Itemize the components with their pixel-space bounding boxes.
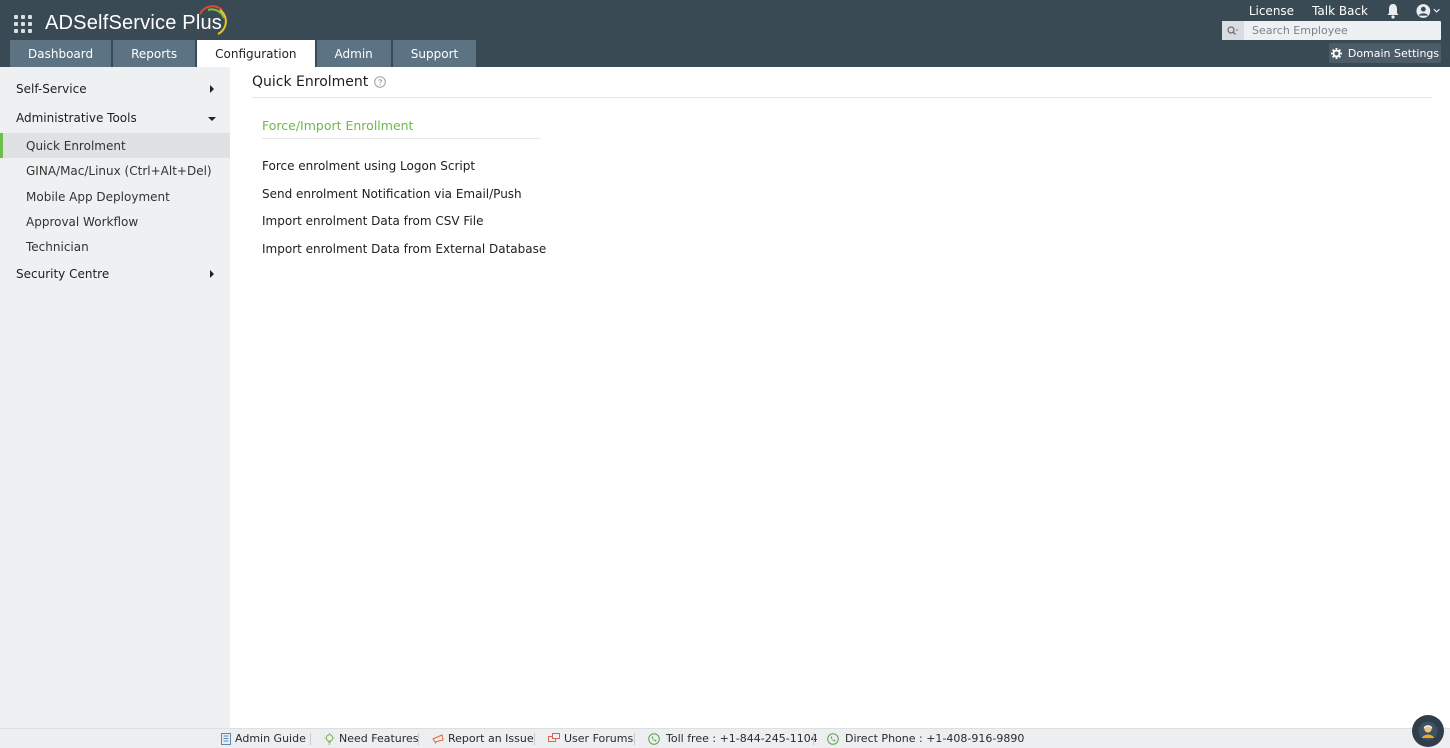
user-forums-label: User Forums — [564, 732, 634, 745]
sidebar-section-self-service[interactable]: Self-Service — [0, 75, 230, 103]
report-issue-label: Report an Issue — [448, 732, 534, 745]
import-enrolment-external-db-link[interactable]: Import enrolment Data from External Data… — [262, 242, 546, 256]
help-icon[interactable] — [374, 76, 387, 88]
phone-icon — [648, 732, 660, 745]
import-enrolment-csv-link[interactable]: Import enrolment Data from CSV File — [262, 214, 483, 228]
top-links: License Talk Back — [1231, 2, 1440, 20]
page-title-text: Quick Enrolment — [252, 74, 369, 90]
footer-divider — [634, 733, 635, 745]
title-divider — [252, 97, 1432, 98]
chevron-down-icon — [1433, 8, 1440, 13]
tab-support[interactable]: Support — [392, 40, 477, 67]
bulb-icon — [324, 732, 335, 744]
main-tabs: Dashboard Reports Configuration Admin Su… — [10, 40, 478, 67]
footer-divider — [813, 733, 814, 745]
footer-bar: Admin Guide Need Features Report an Issu… — [0, 728, 1450, 748]
caret-right-icon — [210, 85, 214, 93]
bell-icon[interactable] — [1386, 3, 1400, 19]
report-issue-link[interactable]: Report an Issue — [432, 732, 534, 745]
tab-admin[interactable]: Admin — [316, 40, 391, 67]
direct-phone: Direct Phone : +1-408-916-9890 — [827, 732, 1024, 745]
search-employee-box — [1222, 21, 1441, 40]
admin-guide-label: Admin Guide — [235, 732, 306, 745]
caret-right-icon — [210, 270, 214, 278]
page-title: Quick Enrolment — [252, 74, 387, 90]
top-header: ADSelfService Plus License Talk Back Sea… — [0, 0, 1450, 67]
caret-down-icon — [208, 117, 216, 121]
sidebar-item-mobile-app-deployment[interactable]: Mobile App Deployment — [0, 184, 230, 209]
sidebar-item-quick-enrolment[interactable]: Quick Enrolment — [0, 133, 230, 158]
talk-back-link[interactable]: Talk Back — [1312, 4, 1368, 18]
domain-settings-button[interactable]: Domain Settings — [1329, 43, 1441, 63]
user-menu[interactable] — [1416, 3, 1440, 19]
app-grid-icon[interactable] — [14, 15, 32, 33]
gear-icon — [1330, 47, 1342, 59]
force-enrolment-logon-script-link[interactable]: Force enrolment using Logon Script — [262, 159, 475, 173]
user-forums-link[interactable]: User Forums — [548, 732, 633, 745]
search-employee-input[interactable] — [1244, 24, 1434, 37]
bug-report-icon — [432, 734, 444, 744]
tab-configuration[interactable]: Configuration — [197, 40, 315, 67]
license-link[interactable]: License — [1249, 4, 1294, 18]
footer-divider — [534, 733, 535, 745]
toll-free-label: Toll free : +1-844-245-1104 — [666, 732, 818, 745]
search-icon — [1222, 21, 1244, 40]
sidebar-section-label: Administrative Tools — [16, 111, 137, 125]
tab-dashboard[interactable]: Dashboard — [10, 40, 112, 67]
sidebar-item-approval-workflow[interactable]: Approval Workflow — [0, 209, 230, 234]
footer-divider — [418, 733, 419, 745]
domain-settings-label: Domain Settings — [1347, 46, 1440, 60]
need-features-link[interactable]: Need Features — [324, 732, 419, 745]
chat-bot-icon — [1418, 721, 1438, 741]
sidebar-section-administrative-tools[interactable]: Administrative Tools — [0, 104, 230, 132]
main-content: Quick Enrolment Force/Import Enrollment … — [230, 67, 1450, 728]
sidebar-section-label: Security Centre — [16, 267, 110, 281]
user-avatar-icon — [1416, 4, 1431, 18]
section-divider — [262, 138, 540, 139]
sidebar-item-technician[interactable]: Technician — [0, 234, 230, 259]
section-title: Force/Import Enrollment — [262, 118, 414, 133]
book-icon — [221, 732, 231, 745]
tab-reports[interactable]: Reports — [113, 40, 196, 67]
forum-icon — [548, 733, 560, 742]
logo-arc-icon — [199, 5, 227, 35]
sidebar-section-label: Self-Service — [16, 82, 87, 96]
send-enrolment-notification-link[interactable]: Send enrolment Notification via Email/Pu… — [262, 187, 522, 201]
direct-phone-label: Direct Phone : +1-408-916-9890 — [845, 732, 1025, 745]
footer-divider — [310, 733, 311, 745]
sidebar: Self-Service Administrative Tools Quick … — [0, 67, 230, 728]
sidebar-item-gina-mac-linux[interactable]: GINA/Mac/Linux (Ctrl+Alt+Del) — [0, 158, 230, 183]
phone-icon — [827, 732, 839, 745]
need-features-label: Need Features — [339, 732, 419, 745]
sidebar-section-security-centre[interactable]: Security Centre — [0, 260, 230, 288]
chat-bot-button[interactable] — [1412, 715, 1444, 747]
toll-free-phone: Toll free : +1-844-245-1104 — [648, 732, 818, 745]
admin-guide-link[interactable]: Admin Guide — [221, 732, 306, 745]
